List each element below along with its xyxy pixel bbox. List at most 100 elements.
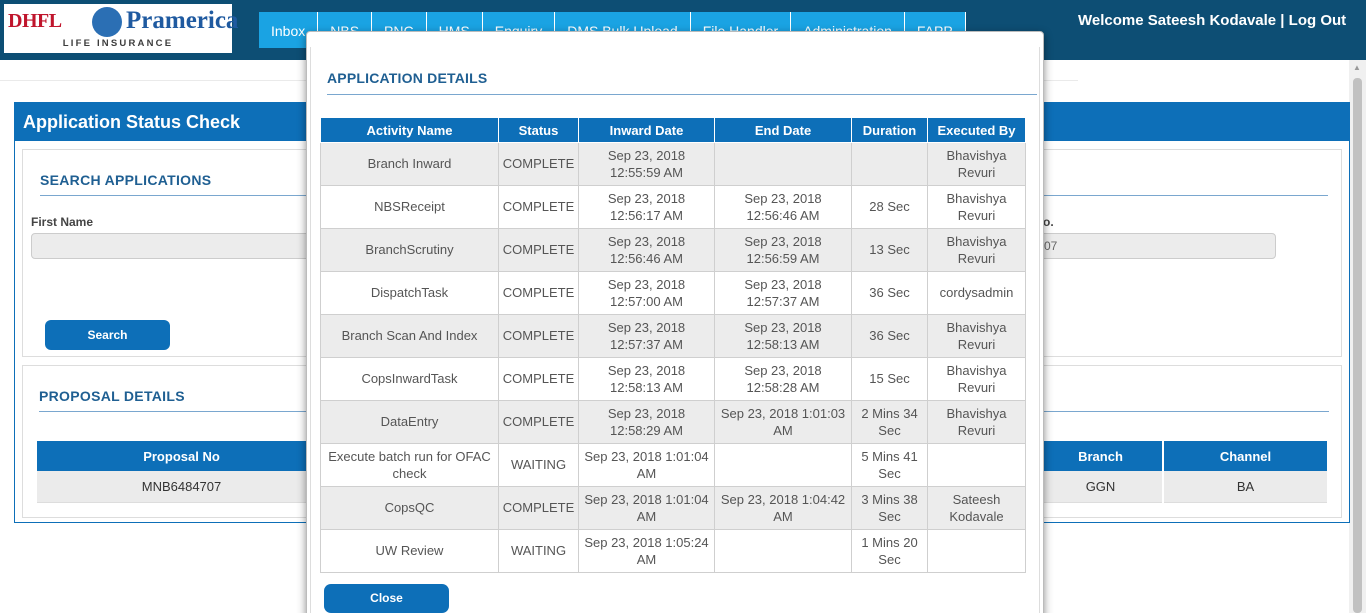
first-name-label: First Name [31,215,94,229]
cell-end-date: Sep 23, 2018 12:56:59 AM [714,228,852,272]
cell-activity-name: UW Review [320,529,499,573]
cell-inward-date: Sep 23, 2018 12:58:29 AM [578,400,715,444]
cell-end-date: Sep 23, 2018 12:56:46 AM [714,185,852,229]
cell-duration: 15 Sec [851,357,928,401]
table-row: DispatchTask COMPLETE Sep 23, 2018 12:57:0… [320,271,1026,315]
column-header-executed-by: Executed By [927,117,1026,143]
cell-activity-name: DispatchTask [320,271,499,315]
cell-inward-date: Sep 23, 2018 12:55:59 AM [578,142,715,186]
cell-executed-by: Bhavishya Revuri [927,185,1026,229]
cell-status: COMPLETE [498,142,579,186]
close-button[interactable]: Close [324,584,449,613]
column-header: Proposal No [37,441,328,471]
cell-inward-date: Sep 23, 2018 1:01:04 AM [578,486,715,530]
cell-duration: 36 Sec [851,271,928,315]
company-logo: DHFL Pramerica LIFE INSURANCE [4,4,238,53]
cell-duration: 3 Mins 38 Sec [851,486,928,530]
logo-pramerica-text: Pramerica [126,7,239,34]
cell-duration: 2 Mins 34 Sec [851,400,928,444]
column-header: Branch [1039,441,1164,471]
cell-executed-by: Sateesh Kodavale [927,486,1026,530]
table-row: CopsInwardTask COMPLETE Sep 23, 2018 12:58… [320,357,1026,401]
activity-table: Activity Name Status Inward Date End Dat… [320,117,1026,573]
cell-end-date [714,443,852,487]
welcome-logout-link[interactable]: Welcome Sateesh Kodavale | Log Out [1078,10,1348,31]
cell-activity-name: Branch Inward [320,142,499,186]
cell-status: WAITING [498,443,579,487]
cell-end-date: Sep 23, 2018 12:58:28 AM [714,357,852,401]
cell-end-date: Sep 23, 2018 1:04:42 AM [714,486,852,530]
cell-end-date: Sep 23, 2018 1:01:03 AM [714,400,852,444]
logo-subtitle: LIFE INSURANCE [62,38,174,49]
cell-executed-by: Bhavishya Revuri [927,314,1026,358]
cell-activity-name: Execute batch run for OFAC check [320,443,499,487]
cell-end-date [714,142,852,186]
cell-status: COMPLETE [498,400,579,444]
cell-activity-name: Branch Scan And Index [320,314,499,358]
table-cell: BA [1163,471,1327,503]
cell-activity-name: CopsInwardTask [320,357,499,401]
page-scrollbar[interactable]: ▲ [1349,60,1366,613]
logo-dhfl-text: DHFL [8,10,62,32]
cell-executed-by [927,529,1026,573]
cell-inward-date: Sep 23, 2018 12:58:13 AM [578,357,715,401]
cell-status: COMPLETE [498,357,579,401]
proposal-no-label-fragment: o. [1043,215,1054,229]
cell-activity-name: CopsQC [320,486,499,530]
cell-status: COMPLETE [498,228,579,272]
column-header-duration: Duration [851,117,928,143]
cell-executed-by: cordysadmin [927,271,1026,315]
table-row: BranchScrutiny COMPLETE Sep 23, 2018 12:56… [320,228,1026,272]
cell-inward-date: Sep 23, 2018 12:57:00 AM [578,271,715,315]
cell-status: WAITING [498,529,579,573]
pramerica-emblem-icon [92,7,122,37]
table-cell: MNB6484707 [37,471,328,503]
cell-inward-date: Sep 23, 2018 12:56:17 AM [578,185,715,229]
cell-inward-date: Sep 23, 2018 1:05:24 AM [578,529,715,573]
cell-executed-by [927,443,1026,487]
table-row: Branch Scan And Index COMPLETE Sep 23, 201… [320,314,1026,358]
cell-executed-by: Bhavishya Revuri [927,228,1026,272]
cell-inward-date: Sep 23, 2018 12:56:46 AM [578,228,715,272]
column-header-status: Status [498,117,579,143]
scroll-up-icon[interactable]: ▲ [1353,63,1361,72]
table-cell: GGN [1039,471,1164,503]
proposal-table-left: Proposal No MNB6484707 [37,441,328,503]
cell-activity-name: DataEntry [320,400,499,444]
cell-duration: 13 Sec [851,228,928,272]
search-section-title: SEARCH APPLICATIONS [40,172,212,188]
cell-end-date: Sep 23, 2018 12:58:13 AM [714,314,852,358]
modal-title: APPLICATION DETAILS [327,70,488,86]
cell-executed-by: Bhavishya Revuri [927,142,1026,186]
table-row: UW Review WAITING Sep 23, 2018 1:05:24 AM 1… [320,529,1026,573]
first-name-input[interactable] [31,233,331,259]
cell-executed-by: Bhavishya Revuri [927,357,1026,401]
cell-activity-name: BranchScrutiny [320,228,499,272]
table-row: CopsQC COMPLETE Sep 23, 2018 1:01:04 AM Sep… [320,486,1026,530]
cell-activity-name: NBSReceipt [320,185,499,229]
column-header: Channel [1163,441,1327,471]
proposal-no-input[interactable]: 07 [1023,233,1276,259]
cell-duration: 1 Mins 20 Sec [851,529,928,573]
cell-duration: 36 Sec [851,314,928,358]
cell-executed-by: Bhavishya Revuri [927,400,1026,444]
proposal-table-right: Branch Channel GGN BA [1039,441,1327,503]
proposal-section-title: PROPOSAL DETAILS [39,388,185,404]
cell-end-date: Sep 23, 2018 12:57:37 AM [714,271,852,315]
table-row: DataEntry COMPLETE Sep 23, 2018 12:58:29 A… [320,400,1026,444]
cell-inward-date: Sep 23, 2018 1:01:04 AM [578,443,715,487]
cell-status: COMPLETE [498,314,579,358]
cell-duration: 5 Mins 41 Sec [851,443,928,487]
table-row: Branch Inward COMPLETE Sep 23, 2018 12:55:… [320,142,1026,186]
cell-duration: 28 Sec [851,185,928,229]
column-header-end-date: End Date [714,117,852,143]
cell-duration [851,142,928,186]
table-row: Execute batch run for OFAC check WAITING S… [320,443,1026,487]
modal-divider [327,94,1037,95]
application-details-modal: APPLICATION DETAILS Activity Name Status… [306,31,1044,613]
column-header-inward-date: Inward Date [578,117,715,143]
cell-status: COMPLETE [498,185,579,229]
cell-status: COMPLETE [498,271,579,315]
scrollbar-thumb[interactable] [1353,78,1362,613]
search-button[interactable]: Search [45,320,170,350]
